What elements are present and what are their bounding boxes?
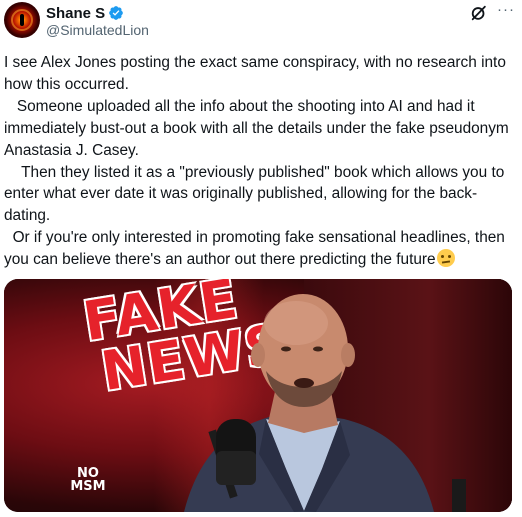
verified-badge-icon <box>109 6 124 20</box>
tweet-text: I see Alex Jones posting the exact same … <box>4 52 516 271</box>
author-display-name[interactable]: Shane S <box>46 5 105 22</box>
more-dots-icon[interactable]: ··· <box>497 2 515 21</box>
tweet-paragraph: Then they listed it as a "previously pub… <box>4 163 509 225</box>
tweet-paragraph: Someone uploaded all the info about the … <box>4 97 513 159</box>
author-avatar[interactable] <box>4 2 40 38</box>
grok-slash-icon[interactable] <box>470 4 488 22</box>
avatar-eye-pupil <box>20 14 24 26</box>
tweet-paragraph-last: Or if you're only interested in promotin… <box>4 227 516 271</box>
tweet-media-image[interactable]: FAKE NEWS NO MSM <box>4 279 512 512</box>
author-handle[interactable]: @SimulatedLion <box>46 22 149 38</box>
author-name-row: Shane S <box>46 4 124 22</box>
no-msm-logo: NO MSM <box>66 467 110 507</box>
tweet-paragraph: I see Alex Jones posting the exact same … <box>4 54 511 93</box>
logo-line-2: MSM <box>70 479 106 494</box>
tweet-paragraph: Or if you're only interested in promotin… <box>4 229 510 269</box>
thinking-face-emoji-icon <box>436 249 455 268</box>
